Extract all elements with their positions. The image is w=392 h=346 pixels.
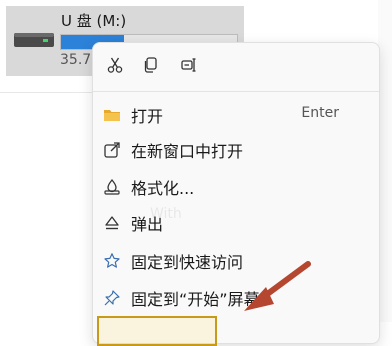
annotation-arrow-icon <box>244 261 311 311</box>
